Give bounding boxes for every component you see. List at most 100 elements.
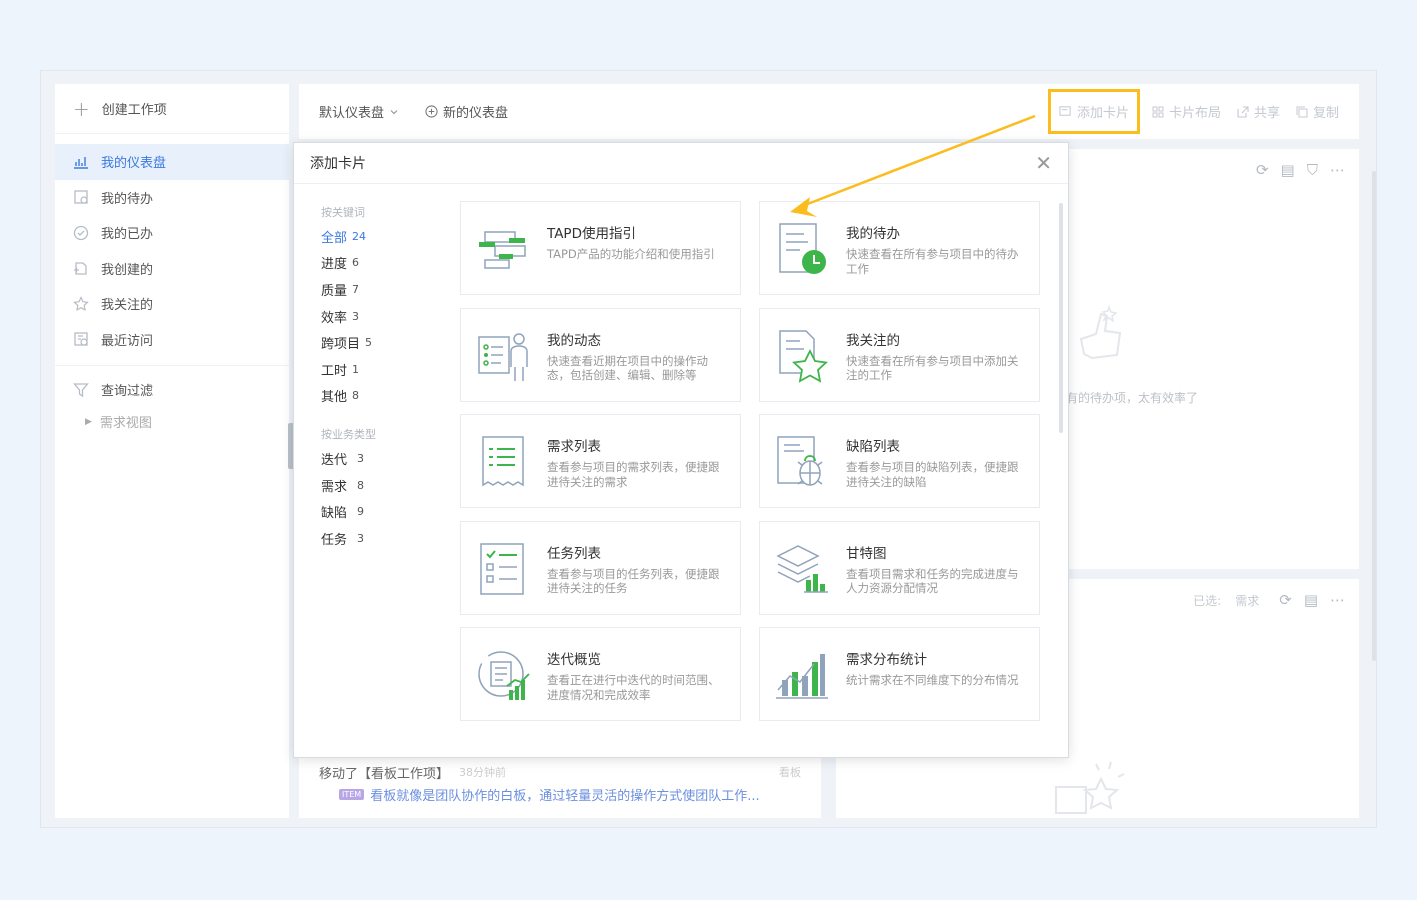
sidebar-item-query-filter[interactable]: 查询过滤 [55,372,289,408]
card-description: 查看项目需求和任务的完成进度与人力资源分配情况 [846,566,1019,596]
share-button[interactable]: 共享 [1237,102,1280,121]
sidebar-item-label: 我的待办 [101,191,154,207]
check-circle-icon [73,225,89,241]
dashboard-select[interactable]: 默认仪表盘 [319,102,399,121]
filter-type-iteration[interactable]: 迭代 3 [321,445,441,472]
filter-keyword-quality[interactable]: 质量 7 [321,276,441,303]
card-option-my-activity[interactable]: 我的动态 快速查看近期在项目中的操作动态，包括创建、编辑、删除等 [460,307,741,402]
card-title: 甘特图 [846,545,887,562]
todo-icon [73,189,89,205]
plus-icon: + [73,96,90,121]
selected-filter-label: 已选: [1193,593,1222,608]
filter-keyword-all[interactable]: 全部 24 [321,223,441,250]
filter-keyword-cross-project[interactable]: 跨项目 5 [321,329,441,356]
card-option-my-todo[interactable]: 我的待办 快速查看在所有参与项目中的待办工作 [759,201,1040,295]
sidebar-item-done[interactable]: 我的已办 [55,215,289,251]
sidebar-item-recent[interactable]: 最近访问 [55,322,289,358]
card-layout-button[interactable]: 卡片布局 [1152,102,1221,121]
card-option-requirement-list[interactable]: 需求列表 查看参与项目的需求列表，便捷跟进待关注的需求 [460,414,741,508]
card-option-iteration-overview[interactable]: 迭代概览 查看正在进行中迭代的时间范围、进度情况和完成效率 [460,627,741,721]
sidebar-item-created[interactable]: 我创建的 [55,251,289,287]
sidebar-item-dashboard[interactable]: 我的仪表盘 [55,144,289,180]
card-title: 我的动态 [547,332,601,349]
dashboard-toolbar: 默认仪表盘 新的仪表盘 添加卡片 卡片布局 共享 复制 [299,84,1359,139]
filter-label: 其他 [321,390,348,406]
refresh-icon[interactable]: ⟳ [1279,591,1292,609]
card-option-task-list[interactable]: 任务列表 查看参与项目的任务列表，便捷跟进待关注的任务 [460,520,741,615]
refresh-icon[interactable]: ⟳ [1256,161,1269,179]
card-option-tapd-guide[interactable]: TAPD使用指引 TAPD产品的功能介绍和使用指引 [460,201,741,295]
sidebar: + 创建工作项 我的仪表盘 我的待办 我的已办 我创建的 我关注的 最近访问 查… [55,84,289,818]
filter-count: 3 [357,451,365,465]
divider [55,365,289,366]
create-work-item-label: 创建工作项 [101,103,167,118]
card-options-grid: TAPD使用指引 TAPD产品的功能介绍和使用指引 我的待办 快速查看在所有参与… [460,201,1040,721]
filter-label: 质量 [321,283,348,299]
activity-person-icon [478,332,528,381]
feed-item-link[interactable]: ITEM 看板就像是团队协作的白板，通过轻量灵活的操作方式使团队工作... [319,785,801,804]
more-icon[interactable]: ⋯ [1330,591,1345,609]
copy-icon [1296,106,1308,117]
filter-label: 需求 [321,479,348,495]
card-title: 需求分布统计 [846,652,927,668]
star-icon [73,295,89,312]
filter-type-bug[interactable]: 缺陷 9 [321,498,441,525]
card-title: 我关注的 [846,332,900,349]
sidebar-item-label: 最近访问 [101,333,154,349]
card-description: 查看参与项目的任务列表，便捷跟进待关注的任务 [547,566,720,596]
card-option-bug-list[interactable]: 缺陷列表 查看参与项目的缺陷列表，便捷跟进待关注的缺陷 [759,414,1040,508]
bug-icon [777,436,823,486]
dialog-title: 添加卡片 [310,156,366,172]
sidebar-subitem-requirement-view[interactable]: ▶ 需求视图 [55,408,289,436]
sidebar-item-label: 我的仪表盘 [101,156,167,172]
create-work-item-button[interactable]: + 创建工作项 [55,84,289,134]
more-icon[interactable]: ⋯ [1330,161,1345,179]
sidebar-item-todo[interactable]: 我的待办 [55,180,289,216]
star-document-icon [779,329,828,383]
page-scrollbar[interactable] [1372,171,1376,661]
filter-label: 进度 [321,257,348,273]
card-description: 快速查看近期在项目中的操作动态，包括创建、编辑、删除等 [547,353,708,383]
filter-count: 9 [357,505,365,519]
activity-feed-card: 移动了【看板工作项】 38分钟前 看板 ITEM 看板就像是团队协作的白板，通过… [299,751,821,818]
filter-type-requirement[interactable]: 需求 8 [321,472,441,499]
feed-row: 移动了【看板工作项】 38分钟前 看板 [319,759,801,785]
copy-button[interactable]: 复制 [1296,102,1339,121]
filter-count: 7 [352,282,360,296]
add-card-button[interactable]: 添加卡片 [1047,89,1140,134]
bar-chart-icon [776,654,828,699]
selected-filter[interactable]: 已选: 需求 [1193,592,1259,609]
export-icon[interactable]: ▤ [1281,161,1295,179]
created-icon [73,260,89,276]
sidebar-item-followed[interactable]: 我关注的 [55,286,289,322]
close-icon[interactable]: ✕ [1035,153,1052,173]
filter-icon[interactable]: ⛉ [1307,161,1318,179]
filter-keyword-timesheet[interactable]: 工时 1 [321,356,441,383]
card-title: TAPD使用指引 [547,226,636,242]
filter-keyword-efficiency[interactable]: 效率 3 [321,303,441,330]
feed-time: 38分钟前 [459,766,507,779]
new-dashboard-button[interactable]: 新的仪表盘 [425,102,508,121]
card-option-gantt[interactable]: 甘特图 查看项目需求和任务的完成进度与人力资源分配情况 [759,520,1040,615]
card-title: 我的待办 [846,226,900,242]
card-title: 任务列表 [547,545,601,562]
card-option-requirement-distribution[interactable]: 需求分布统计 统计需求在不同维度下的分布情况 [759,627,1040,721]
card-option-followed[interactable]: 我关注的 快速查看在所有参与项目中添加关注的工作 [759,307,1040,402]
card-title: 需求列表 [547,439,601,455]
share-label: 共享 [1253,106,1280,121]
filter-label: 迭代 [321,452,348,468]
feed-board: 看板 [779,766,801,779]
filter-label: 缺陷 [321,506,348,522]
filter-type-task[interactable]: 任务 3 [321,525,441,552]
filter-count: 3 [352,309,360,323]
filter-keyword-other[interactable]: 其他 8 [321,383,441,410]
filter-keyword-progress[interactable]: 进度 6 [321,250,441,277]
filter-label: 效率 [321,310,348,326]
history-icon [73,331,89,347]
caret-right-icon: ▶ [85,416,92,427]
export-icon[interactable]: ▤ [1304,591,1318,609]
dialog-scrollbar[interactable] [1059,203,1063,433]
new-dashboard-label: 新的仪表盘 [443,106,509,121]
sidebar-subitem-label: 需求视图 [99,416,152,431]
card-description: TAPD产品的功能介绍和使用指引 [547,247,715,261]
